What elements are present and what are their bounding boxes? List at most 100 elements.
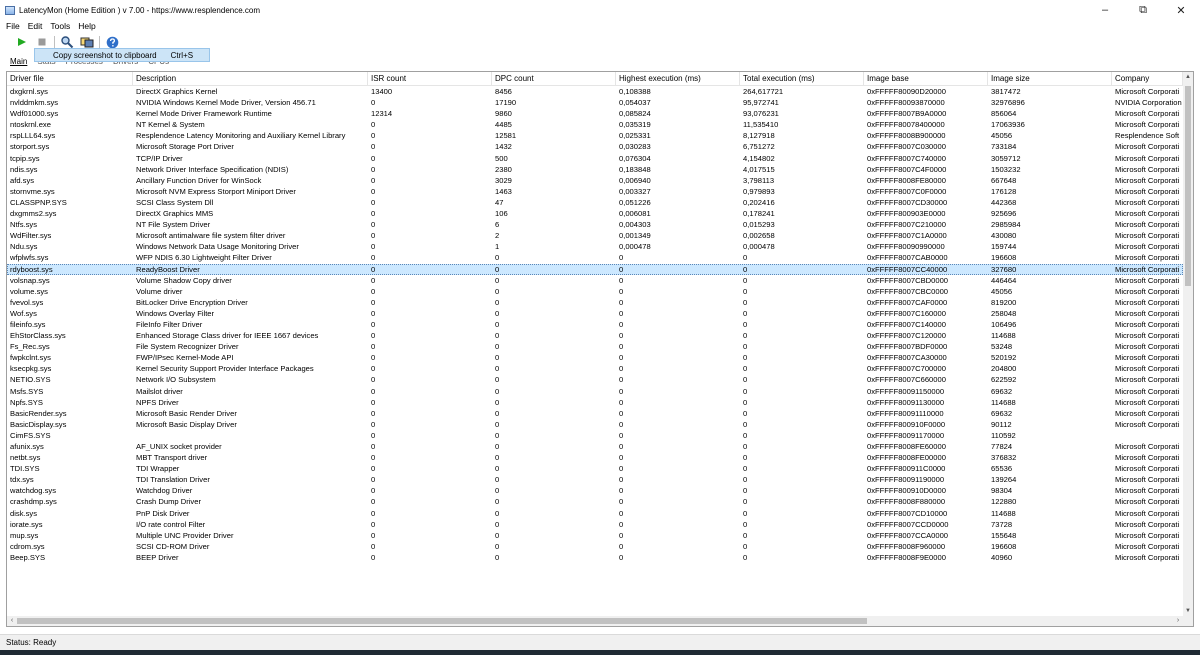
table-row[interactable]: CimFS.SYS 0 0 0 0 0xFFFFF80091170000 110592 — [7, 430, 1183, 441]
cell-highest-execution: 0 — [619, 364, 624, 374]
column-header-highest-execution[interactable]: Highest execution (ms) — [616, 72, 740, 85]
table-row[interactable]: Beep.SYS BEEP Driver 0 0 0 0 0xFFFFF8008F9E000… — [7, 552, 1183, 563]
table-row[interactable]: NETIO.SYS Network I/O Subsystem 0 0 0 0 0xFFFF… — [7, 374, 1183, 385]
table-row[interactable]: iorate.sys I/O rate control Filter 0 0 0 0 0xF… — [7, 519, 1183, 530]
table-row[interactable]: CLASSPNP.SYS SCSI Class System Dll 0 47 0,05… — [7, 197, 1183, 208]
vertical-scrollbar[interactable]: ▲ ▼ — [1183, 72, 1193, 616]
table-row[interactable]: BasicDisplay.sys Microsoft Basic Display … — [7, 419, 1183, 430]
scroll-up-arrow[interactable]: ▲ — [1183, 72, 1193, 82]
column-header-isr-count[interactable]: ISR count — [368, 72, 492, 85]
table-row[interactable]: Ndu.sys Windows Network Data Usage Monito… — [7, 241, 1183, 252]
cell-image-size: 45056 — [991, 286, 1013, 296]
table-row[interactable]: Ntfs.sys NT File System Driver 0 6 0,004303 0… — [7, 219, 1183, 230]
cell-isr-count: 0 — [371, 209, 376, 219]
cell-driver-file: tcpip.sys — [10, 153, 40, 163]
table-row[interactable]: ksecpkg.sys Kernel Security Support Provi… — [7, 363, 1183, 374]
cell-image-base: 0xFFFFF800911C0000 — [867, 464, 946, 474]
cell-image-size: 856064 — [991, 109, 1017, 119]
scroll-left-arrow[interactable]: ‹ — [7, 616, 17, 626]
table-row[interactable]: tcpip.sys TCP/IP Driver 0 500 0,076304 4,1548… — [7, 153, 1183, 164]
scroll-down-arrow[interactable]: ▼ — [1183, 606, 1193, 616]
column-header-image-size[interactable]: Image size — [988, 72, 1112, 85]
table-row[interactable]: netbt.sys MBT Transport driver 0 0 0 0 0xFFFFF… — [7, 452, 1183, 463]
table-row[interactable]: Fs_Rec.sys File System Recognizer Driver 0… — [7, 341, 1183, 352]
cell-dpc-count: 0 — [495, 264, 500, 274]
table-row[interactable]: WdFilter.sys Microsoft antimalware file s… — [7, 230, 1183, 241]
scroll-right-arrow[interactable]: › — [1173, 616, 1183, 626]
menu-edit[interactable]: Edit — [28, 21, 43, 31]
table-row[interactable]: rdyboost.sys ReadyBoost Driver 0 0 0 0 0xFFFFF… — [7, 263, 1183, 275]
table-row[interactable]: wfplwfs.sys WFP NDIS 6.30 Lightweight Fil… — [7, 252, 1183, 263]
table-row[interactable]: fwpkclnt.sys FWP/IPsec Kernel-Mode API 0 0 0… — [7, 352, 1183, 363]
cell-image-size: 176128 — [991, 186, 1017, 196]
stop-button[interactable] — [34, 35, 50, 49]
table-row[interactable]: Npfs.SYS NPFS Driver 0 0 0 0 0xFFFFF8009113000… — [7, 397, 1183, 408]
cell-isr-count: 0 — [371, 430, 376, 440]
column-header-driver-file[interactable]: Driver file — [7, 72, 133, 85]
cell-driver-file: afunix.sys — [10, 442, 44, 451]
table-row[interactable]: Msfs.SYS Mailslot driver 0 0 0 0 0xFFFFF800911… — [7, 386, 1183, 397]
cell-highest-execution: 0,183848 — [619, 164, 651, 174]
cell-image-size: 430080 — [991, 231, 1017, 241]
close-button[interactable]: ✕ — [1162, 0, 1200, 20]
menu-file[interactable]: File — [6, 21, 20, 31]
cell-image-size: 819200 — [991, 297, 1017, 307]
column-header-total-execution[interactable]: Total execution (ms) — [740, 72, 864, 85]
maximize-button[interactable]: ⧉ — [1124, 0, 1162, 20]
table-row[interactable]: storport.sys Microsoft Storage Port Drive… — [7, 141, 1183, 152]
table-row[interactable]: TDI.SYS TDI Wrapper 0 0 0 0 0xFFFFF800911C0000… — [7, 463, 1183, 474]
cell-isr-count: 0 — [371, 475, 376, 485]
search-button[interactable] — [59, 35, 75, 49]
drivers-table[interactable]: Driver file Description ISR count DPC co… — [6, 71, 1194, 627]
table-row[interactable]: volume.sys Volume driver 0 0 0 0 0xFFFFF8007CB… — [7, 286, 1183, 297]
menu-help[interactable]: Help — [78, 21, 95, 31]
table-row[interactable]: rspLLL64.sys Resplendence Latency Monitor… — [7, 130, 1183, 141]
cell-image-base: 0xFFFFF8007C140000 — [867, 319, 946, 329]
table-row[interactable]: watchdog.sys Watchdog Driver 0 0 0 0 0xFFFFF80… — [7, 485, 1183, 496]
vertical-scroll-thumb[interactable] — [1185, 86, 1191, 286]
cell-description: Windows Overlay Filter — [136, 308, 215, 318]
table-row[interactable]: mup.sys Multiple UNC Provider Driver 0 0 0 0 0… — [7, 530, 1183, 541]
table-row[interactable]: tdx.sys TDI Translation Driver 0 0 0 0 0xFFFFF… — [7, 474, 1183, 485]
cell-total-execution: 0,015293 — [743, 220, 775, 230]
cell-dpc-count: 0 — [495, 364, 500, 374]
table-row[interactable]: ndis.sys Network Driver Interface Specifi… — [7, 164, 1183, 175]
column-header-description[interactable]: Description — [133, 72, 368, 85]
table-row[interactable]: fileinfo.sys FileInfo Filter Driver 0 0 0 0 0x… — [7, 319, 1183, 330]
cell-image-base: 0xFFFFF8007C030000 — [867, 142, 946, 152]
column-header-company[interactable]: Company — [1112, 72, 1183, 85]
horizontal-scrollbar[interactable]: ‹ › — [7, 616, 1183, 626]
table-row[interactable]: crashdmp.sys Crash Dump Driver 0 0 0 0 0xFFFFF… — [7, 496, 1183, 507]
table-row[interactable]: disk.sys PnP Disk Driver 0 0 0 0 0xFFFFF8007CD… — [7, 508, 1183, 519]
table-row[interactable]: afd.sys Ancillary Function Driver for Win… — [7, 175, 1183, 186]
search-icon — [61, 36, 74, 49]
column-header-image-base[interactable]: Image base — [864, 72, 988, 85]
cell-driver-file: Ntfs.sys — [10, 220, 38, 230]
minimize-button[interactable]: – — [1086, 0, 1124, 20]
table-row[interactable]: volsnap.sys Volume Shadow Copy driver 0 0 0 0… — [7, 275, 1183, 286]
tab-main[interactable]: Main — [6, 57, 31, 66]
table-row[interactable]: afunix.sys AF_UNIX socket provider 0 0 0 0 0xF… — [7, 441, 1183, 452]
cell-dpc-count: 0 — [495, 308, 500, 318]
table-row[interactable]: BasicRender.sys Microsoft Basic Render Dr… — [7, 408, 1183, 419]
screenshot-button[interactable] — [79, 35, 95, 49]
cell-isr-count: 0 — [371, 297, 376, 307]
table-row[interactable]: fvevol.sys BitLocker Drive Encryption Dri… — [7, 297, 1183, 308]
table-row[interactable]: Wdf01000.sys Kernel Mode Driver Framework… — [7, 108, 1183, 119]
start-button[interactable] — [14, 35, 30, 49]
table-row[interactable]: stornvme.sys Microsoft NVM Express Storpo… — [7, 186, 1183, 197]
column-header-dpc-count[interactable]: DPC count — [492, 72, 616, 85]
menu-tools[interactable]: Tools — [50, 21, 70, 31]
horizontal-scroll-thumb[interactable] — [17, 618, 867, 624]
cell-image-base: 0xFFFFF8007CAF0000 — [867, 297, 948, 307]
cell-total-execution: 0,002658 — [743, 231, 775, 241]
table-row[interactable]: EhStorClass.sys Enhanced Storage Class dr… — [7, 330, 1183, 341]
table-row[interactable]: dxgmms2.sys DirectX Graphics MMS 0 106 0,006… — [7, 208, 1183, 219]
table-row[interactable]: cdrom.sys SCSI CD-ROM Driver 0 0 0 0 0xFFFFF80… — [7, 541, 1183, 552]
table-row[interactable]: dxgkrnl.sys DirectX Graphics Kernel 13400 8… — [7, 86, 1183, 97]
cell-isr-count: 0 — [371, 364, 376, 374]
table-row[interactable]: Wof.sys Windows Overlay Filter 0 0 0 0 0xFFFFF… — [7, 308, 1183, 319]
table-row[interactable]: ntoskrnl.exe NT Kernel & System 0 4485 0,035… — [7, 119, 1183, 130]
help-button[interactable] — [104, 35, 120, 49]
table-row[interactable]: nvlddmkm.sys NVIDIA Windows Kernel Mode D… — [7, 97, 1183, 108]
